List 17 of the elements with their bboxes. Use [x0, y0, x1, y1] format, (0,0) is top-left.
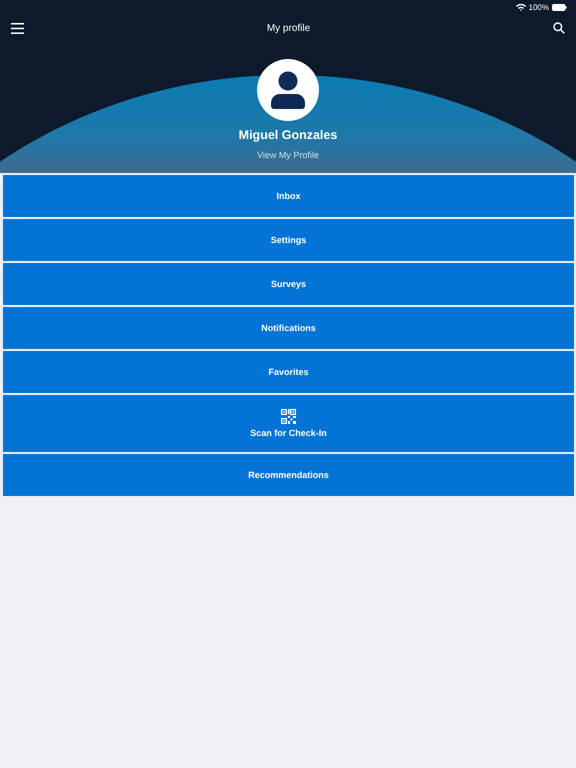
search-icon — [552, 22, 565, 34]
wifi-icon — [516, 3, 526, 11]
menu-item[interactable]: Settings — [3, 219, 574, 261]
menu-item[interactable]: Surveys — [3, 263, 574, 305]
menu-icon — [11, 22, 24, 34]
profile-name: Miguel Gonzales — [238, 128, 338, 142]
menu-item[interactable]: Recommendations — [3, 454, 574, 496]
qr-code-icon — [281, 409, 296, 424]
menu-item[interactable]: Favorites — [3, 351, 574, 393]
menu-item[interactable]: Scan for Check-In — [3, 395, 574, 452]
battery-percentage: 100% — [528, 2, 549, 12]
person-icon — [271, 71, 305, 109]
battery-icon — [552, 4, 567, 10]
menu-item[interactable]: Notifications — [3, 307, 574, 349]
view-profile-link[interactable]: View My Profile — [257, 150, 319, 160]
menu-item[interactable]: Inbox — [3, 175, 574, 217]
page-title: My profile — [266, 22, 310, 34]
